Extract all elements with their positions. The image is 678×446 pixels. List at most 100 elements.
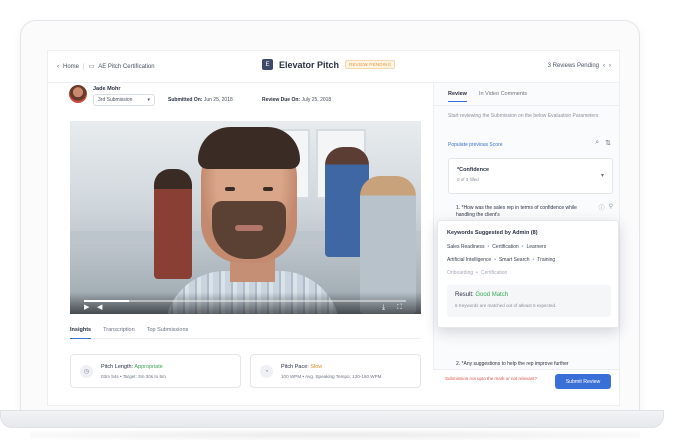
clock-icon: ◷ <box>80 365 93 378</box>
populate-previous-score-link[interactable]: Populate previous Score <box>448 142 502 148</box>
breadcrumb-separator: | <box>83 63 85 70</box>
tab-transcription[interactable]: Transcription <box>103 323 135 338</box>
keyword-result-box: Result: Good Match 6 Keywords are matche… <box>447 285 611 317</box>
video-player[interactable]: ▶ ◀ ⤓ ⛶ <box>70 121 421 314</box>
keyword-chip: Smart Search <box>498 257 530 263</box>
info-icon[interactable]: ⓘ <box>599 203 605 212</box>
home-link[interactable]: Home <box>63 64 79 70</box>
video-presenter-mouth <box>235 225 263 231</box>
video-controls: ▶ ◀ ⤓ ⛶ <box>70 292 421 314</box>
tab-top-submissions[interactable]: Top Submissions <box>147 323 189 338</box>
keyword-icon[interactable]: ⚲ <box>609 203 613 212</box>
keyword-chip: Certification <box>492 244 519 250</box>
pitch-pace-label: Pitch Pace: <box>281 364 309 370</box>
laptop-shadow <box>30 430 640 440</box>
speedometer-icon: ◔ <box>260 365 273 378</box>
breadcrumb-program-link[interactable]: AE Pitch Certification <box>98 64 154 70</box>
user-name: Jade Mohr <box>93 86 121 92</box>
volume-icon[interactable]: ◀ <box>97 304 102 311</box>
keyword-chip: Artificial Intelligence <box>447 257 492 263</box>
review-panel-tools: ⌕ ⇅ <box>595 139 611 147</box>
back-chevron-icon[interactable]: ‹ <box>57 64 59 70</box>
page-title: Elevator Pitch <box>279 59 340 70</box>
play-icon[interactable]: ▶ <box>84 304 89 311</box>
reviews-pending-count: 3 Reviews Pending <box>547 63 599 69</box>
review-due-value: July 25, 2018 <box>301 97 332 103</box>
tab-review[interactable]: Review <box>448 87 467 102</box>
parameter-card[interactable]: *Confidence 0 of 3 filled ▾ <box>448 158 613 194</box>
bullet-separator: • <box>476 270 478 276</box>
breadcrumb: ‹ Home | ▭ AE Pitch Certification <box>57 63 155 71</box>
bullet-separator: • <box>487 244 490 250</box>
keyword-chip: Onboarding <box>447 270 474 276</box>
pitch-length-status: Appropriate <box>134 364 163 370</box>
insight-tabs: Insights Transcription Top Submissions <box>70 323 421 339</box>
result-value: Good Match <box>475 292 509 298</box>
result-label: Result: <box>455 292 474 298</box>
video-presenter-hair <box>198 127 300 169</box>
pitch-length-title: Pitch Length: Appropriate <box>101 364 163 370</box>
folder-icon: ▭ <box>88 64 95 70</box>
sort-icon[interactable]: ⇅ <box>605 139 611 147</box>
laptop-base <box>0 410 664 428</box>
review-due-on: Review Due On: July 25, 2018 <box>262 97 331 103</box>
review-due-label: Review Due On: <box>262 97 301 103</box>
pitch-length-label: Pitch Length: <box>101 364 134 370</box>
video-background-person <box>154 169 192 279</box>
question-1: 1. *How was the sales rep in terms of co… <box>456 205 577 218</box>
submission-header: Jade Mohr 3rd Submission ▾ Submitted On:… <box>69 85 459 115</box>
chevron-down-icon: ▾ <box>600 173 604 179</box>
video-presenter-eye <box>225 187 235 191</box>
keyword-result-title: Result: Good Match <box>455 292 508 298</box>
pitch-pace-card: ◔ Pitch Pace: Slow 100 WPM • Avg. Speaki… <box>250 354 421 388</box>
submit-review-button[interactable]: Submit Review <box>555 374 611 389</box>
search-icon[interactable]: ⌕ <box>595 139 599 147</box>
submitted-on-label: Submitted On: <box>168 97 203 103</box>
report-submission-link[interactable]: Submission not upto the mark or not rele… <box>445 376 541 382</box>
bullet-separator: • <box>521 244 524 250</box>
video-presenter-eye <box>263 187 273 191</box>
submission-dropdown-value: 3rd Submission <box>98 97 133 103</box>
keyword-chip: Sales Readiness <box>447 244 485 250</box>
pitch-length-detail: 03m 54s • Target: 3m 30s to 5m <box>101 374 166 379</box>
video-progress-fill <box>84 300 130 302</box>
pitch-pace-detail: 100 WPM • Avg. Speaking Tempo: 120-160 W… <box>281 374 382 379</box>
video-progress-bar[interactable] <box>84 300 406 302</box>
keyword-line: Sales Readiness • Certification • Learners <box>447 244 546 250</box>
submitted-on: Submitted On: Jun 25, 2018 <box>168 97 233 103</box>
download-icon[interactable]: ⤓ <box>382 304 385 311</box>
keyword-chip: Training <box>537 257 556 263</box>
parameter-progress: 0 of 3 filled <box>457 177 479 182</box>
review-footer: Submission not upto the mark or not rele… <box>433 369 619 405</box>
question-1-actions: ⓘ ⚲ <box>599 203 613 212</box>
avatar <box>69 85 87 103</box>
keyword-line-muted: Onboarding • Certification <box>447 270 507 276</box>
pitch-pace-title: Pitch Pace: Slow <box>281 364 322 370</box>
pitch-pace-status: Slow <box>310 364 323 370</box>
pitch-length-card: ◷ Pitch Length: Appropriate 03m 54s • Ta… <box>70 354 241 388</box>
prev-review-chevron-icon[interactable]: ‹ <box>603 63 605 69</box>
review-panel-divider <box>434 105 619 106</box>
question-2: 2. *Any suggestions to help the rep impr… <box>456 361 569 367</box>
next-review-chevron-icon[interactable]: › <box>609 63 611 69</box>
fullscreen-icon[interactable]: ⛶ <box>397 304 402 311</box>
bullet-separator: • <box>494 257 496 263</box>
review-instructions: Start reviewing the Submission on the be… <box>448 113 599 119</box>
tab-in-video-comments[interactable]: In Video Comments <box>479 87 527 102</box>
module-icon: E <box>262 59 273 70</box>
result-detail: 6 Keywords are matched out of atleast 6 … <box>455 303 557 308</box>
submitted-on-value: Jun 25, 2018 <box>203 97 233 103</box>
keyword-suggestion-popover: Keywords Suggested by Admin (8) Sales Re… <box>437 220 619 328</box>
tab-insights[interactable]: Insights <box>70 323 92 339</box>
keyword-chip: Learners <box>526 244 547 250</box>
keyword-popover-title: Keywords Suggested by Admin (8) <box>447 230 538 236</box>
chevron-down-icon: ▾ <box>147 97 150 103</box>
review-panel-tabs: Review In Video Comments <box>448 87 527 102</box>
keyword-chip: Certification <box>480 270 508 276</box>
submission-dropdown[interactable]: 3rd Submission ▾ <box>93 94 155 106</box>
parameter-title: *Confidence <box>457 167 490 173</box>
reviews-pending-nav: 3 Reviews Pending ‹ › <box>548 63 611 69</box>
top-bar: ‹ Home | ▭ AE Pitch Certification E Elev… <box>48 51 619 83</box>
keyword-line: Artificial Intelligence • Smart Search • Tra… <box>447 257 555 263</box>
page-title-group: E Elevator Pitch REVIEW PENDING <box>262 59 396 70</box>
